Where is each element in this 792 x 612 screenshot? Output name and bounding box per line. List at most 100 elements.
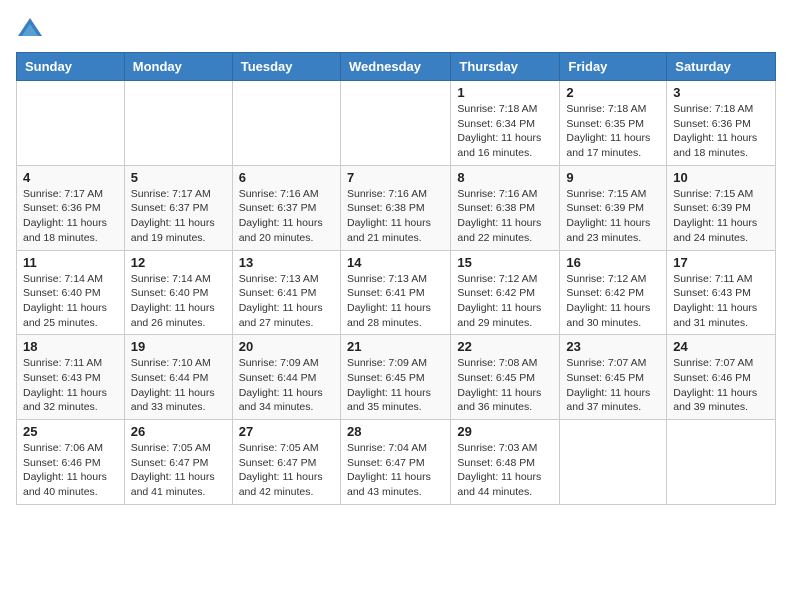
calendar-cell: 8 Sunrise: 7:16 AMSunset: 6:38 PMDaylight… (451, 165, 560, 250)
day-info: Sunrise: 7:15 AMSunset: 6:39 PMDaylight:… (566, 187, 660, 246)
calendar-cell (667, 420, 776, 505)
day-info: Sunrise: 7:14 AMSunset: 6:40 PMDaylight:… (131, 272, 226, 331)
calendar-week-5: 25 Sunrise: 7:06 AMSunset: 6:46 PMDayligh… (17, 420, 776, 505)
day-number: 18 (23, 339, 118, 354)
day-number: 3 (673, 85, 769, 100)
calendar-cell (232, 81, 340, 166)
day-number: 5 (131, 170, 226, 185)
day-info: Sunrise: 7:06 AMSunset: 6:46 PMDaylight:… (23, 441, 118, 500)
calendar-week-1: 1 Sunrise: 7:18 AMSunset: 6:34 PMDaylight… (17, 81, 776, 166)
calendar-cell: 24 Sunrise: 7:07 AMSunset: 6:46 PMDayligh… (667, 335, 776, 420)
day-info: Sunrise: 7:05 AMSunset: 6:47 PMDaylight:… (131, 441, 226, 500)
weekday-header-tuesday: Tuesday (232, 53, 340, 81)
calendar-cell: 19Sunrise: 7:10 AMSunset: 6:44 PMDayligh… (124, 335, 232, 420)
day-info: Sunrise: 7:09 AMSunset: 6:44 PMDaylight:… (239, 356, 334, 415)
day-info: Sunrise: 7:12 AMSunset: 6:42 PMDaylight:… (566, 272, 660, 331)
calendar-cell: 16 Sunrise: 7:12 AMSunset: 6:42 PMDayligh… (560, 250, 667, 335)
weekday-header-sunday: Sunday (17, 53, 125, 81)
weekday-header-row: SundayMondayTuesdayWednesdayThursdayFrid… (17, 53, 776, 81)
day-number: 13 (239, 255, 334, 270)
calendar-cell: 26 Sunrise: 7:05 AMSunset: 6:47 PMDayligh… (124, 420, 232, 505)
calendar-cell: 14Sunrise: 7:13 AMSunset: 6:41 PMDayligh… (340, 250, 450, 335)
calendar-cell: 5 Sunrise: 7:17 AMSunset: 6:37 PMDaylight… (124, 165, 232, 250)
day-number: 8 (457, 170, 553, 185)
day-info: Sunrise: 7:11 AMSunset: 6:43 PMDaylight:… (673, 272, 769, 331)
day-info: Sunrise: 7:16 AMSunset: 6:37 PMDaylight:… (239, 187, 334, 246)
calendar-cell: 12 Sunrise: 7:14 AMSunset: 6:40 PMDayligh… (124, 250, 232, 335)
day-number: 14 (347, 255, 444, 270)
day-number: 1 (457, 85, 553, 100)
calendar-cell: 13 Sunrise: 7:13 AMSunset: 6:41 PMDayligh… (232, 250, 340, 335)
logo (16, 16, 48, 44)
day-number: 15 (457, 255, 553, 270)
day-info: Sunrise: 7:16 AMSunset: 6:38 PMDaylight:… (347, 187, 444, 246)
calendar-cell: 6 Sunrise: 7:16 AMSunset: 6:37 PMDaylight… (232, 165, 340, 250)
calendar-cell: 20 Sunrise: 7:09 AMSunset: 6:44 PMDayligh… (232, 335, 340, 420)
day-number: 22 (457, 339, 553, 354)
day-number: 17 (673, 255, 769, 270)
day-number: 24 (673, 339, 769, 354)
calendar-cell: 7 Sunrise: 7:16 AMSunset: 6:38 PMDaylight… (340, 165, 450, 250)
day-number: 2 (566, 85, 660, 100)
calendar-cell: 4 Sunrise: 7:17 AMSunset: 6:36 PMDaylight… (17, 165, 125, 250)
day-info: Sunrise: 7:18 AMSunset: 6:34 PMDaylight:… (457, 102, 553, 161)
day-number: 12 (131, 255, 226, 270)
day-info: Sunrise: 7:18 AMSunset: 6:35 PMDaylight:… (566, 102, 660, 161)
calendar-cell: 10 Sunrise: 7:15 AMSunset: 6:39 PMDayligh… (667, 165, 776, 250)
calendar-cell (17, 81, 125, 166)
day-info: Sunrise: 7:09 AMSunset: 6:45 PMDaylight:… (347, 356, 444, 415)
calendar-cell: 11 Sunrise: 7:14 AMSunset: 6:40 PMDayligh… (17, 250, 125, 335)
day-info: Sunrise: 7:05 AMSunset: 6:47 PMDaylight:… (239, 441, 334, 500)
calendar-cell: 28Sunrise: 7:04 AMSunset: 6:47 PMDayligh… (340, 420, 450, 505)
day-info: Sunrise: 7:17 AMSunset: 6:37 PMDaylight:… (131, 187, 226, 246)
day-number: 11 (23, 255, 118, 270)
day-info: Sunrise: 7:07 AMSunset: 6:45 PMDaylight:… (566, 356, 660, 415)
calendar-cell (560, 420, 667, 505)
page-header (16, 16, 776, 44)
calendar-cell: 1 Sunrise: 7:18 AMSunset: 6:34 PMDaylight… (451, 81, 560, 166)
day-info: Sunrise: 7:03 AMSunset: 6:48 PMDaylight:… (457, 441, 553, 500)
weekday-header-monday: Monday (124, 53, 232, 81)
calendar-week-4: 18Sunrise: 7:11 AMSunset: 6:43 PMDayligh… (17, 335, 776, 420)
day-info: Sunrise: 7:13 AMSunset: 6:41 PMDaylight:… (239, 272, 334, 331)
calendar-cell: 27 Sunrise: 7:05 AMSunset: 6:47 PMDayligh… (232, 420, 340, 505)
calendar-cell: 3 Sunrise: 7:18 AMSunset: 6:36 PMDaylight… (667, 81, 776, 166)
weekday-header-thursday: Thursday (451, 53, 560, 81)
day-info: Sunrise: 7:12 AMSunset: 6:42 PMDaylight:… (457, 272, 553, 331)
day-number: 20 (239, 339, 334, 354)
day-info: Sunrise: 7:17 AMSunset: 6:36 PMDaylight:… (23, 187, 118, 246)
day-info: Sunrise: 7:07 AMSunset: 6:46 PMDaylight:… (673, 356, 769, 415)
day-number: 16 (566, 255, 660, 270)
day-number: 10 (673, 170, 769, 185)
weekday-header-wednesday: Wednesday (340, 53, 450, 81)
weekday-header-saturday: Saturday (667, 53, 776, 81)
day-info: Sunrise: 7:15 AMSunset: 6:39 PMDaylight:… (673, 187, 769, 246)
day-number: 27 (239, 424, 334, 439)
day-info: Sunrise: 7:08 AMSunset: 6:45 PMDaylight:… (457, 356, 553, 415)
calendar-cell: 2 Sunrise: 7:18 AMSunset: 6:35 PMDaylight… (560, 81, 667, 166)
day-info: Sunrise: 7:14 AMSunset: 6:40 PMDaylight:… (23, 272, 118, 331)
calendar-table: SundayMondayTuesdayWednesdayThursdayFrid… (16, 52, 776, 505)
day-number: 28 (347, 424, 444, 439)
day-number: 29 (457, 424, 553, 439)
day-number: 4 (23, 170, 118, 185)
day-number: 25 (23, 424, 118, 439)
day-number: 23 (566, 339, 660, 354)
day-number: 26 (131, 424, 226, 439)
calendar-cell: 15 Sunrise: 7:12 AMSunset: 6:42 PMDayligh… (451, 250, 560, 335)
calendar-cell: 18Sunrise: 7:11 AMSunset: 6:43 PMDayligh… (17, 335, 125, 420)
calendar-cell: 9 Sunrise: 7:15 AMSunset: 6:39 PMDaylight… (560, 165, 667, 250)
day-info: Sunrise: 7:16 AMSunset: 6:38 PMDaylight:… (457, 187, 553, 246)
calendar-cell: 29 Sunrise: 7:03 AMSunset: 6:48 PMDayligh… (451, 420, 560, 505)
calendar-week-2: 4 Sunrise: 7:17 AMSunset: 6:36 PMDaylight… (17, 165, 776, 250)
calendar-cell: 22 Sunrise: 7:08 AMSunset: 6:45 PMDayligh… (451, 335, 560, 420)
calendar-cell: 17 Sunrise: 7:11 AMSunset: 6:43 PMDayligh… (667, 250, 776, 335)
calendar-week-3: 11 Sunrise: 7:14 AMSunset: 6:40 PMDayligh… (17, 250, 776, 335)
calendar-cell (124, 81, 232, 166)
day-number: 19 (131, 339, 226, 354)
day-info: Sunrise: 7:18 AMSunset: 6:36 PMDaylight:… (673, 102, 769, 161)
day-number: 6 (239, 170, 334, 185)
day-number: 7 (347, 170, 444, 185)
calendar-cell: 21Sunrise: 7:09 AMSunset: 6:45 PMDayligh… (340, 335, 450, 420)
day-number: 9 (566, 170, 660, 185)
